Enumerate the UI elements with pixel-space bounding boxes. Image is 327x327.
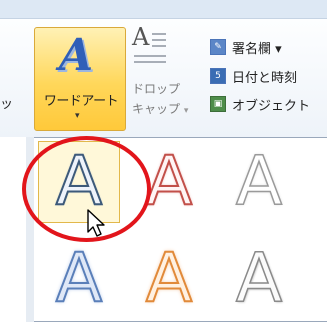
signature-label: 署名欄 ▾ (232, 41, 282, 57)
dropcap-label-line2: キャップ (132, 102, 181, 116)
object-label: オブジェクト (232, 98, 311, 114)
wordart-style-glyph: A (145, 142, 194, 221)
mouse-cursor-icon (87, 209, 105, 237)
partial-label: ッ (0, 97, 14, 112)
wordart-style-6[interactable]: A (218, 238, 300, 320)
object-icon: ▣ (210, 96, 226, 112)
dropcap-label-line1: ドロップ (132, 82, 181, 96)
wordart-style-glyph: A (235, 142, 283, 221)
wordart-style-4[interactable]: A (38, 238, 120, 320)
dropcap-label: ドロップ キャップ ▾ (132, 79, 188, 121)
wordart-A-icon: A (59, 30, 94, 81)
wordart-style-5[interactable]: A (128, 238, 210, 320)
dropcap-icon: A (128, 23, 172, 69)
date-time-icon: 5 (210, 68, 226, 84)
signature-line-button[interactable]: ✎ 署名欄 ▾ (210, 36, 282, 58)
wordart-label: ワードアート (43, 94, 119, 109)
wordart-button[interactable]: A ワードアート ▾ (34, 27, 126, 131)
chevron-down-icon: ▾ (75, 111, 80, 121)
title-bar (0, 0, 327, 19)
wordart-style-glyph: A (145, 239, 194, 318)
wordart-style-glyph: A (235, 239, 283, 318)
date-time-label: 日付と時刻 (232, 70, 298, 86)
date-time-button[interactable]: 5 日付と時刻 (210, 65, 297, 87)
wordart-style-3[interactable]: A (218, 141, 300, 223)
object-button[interactable]: ▣ オブジェクト (210, 93, 310, 115)
bottom-edge (0, 322, 327, 327)
wordart-style-glyph: A (55, 239, 104, 318)
signature-icon: ✎ (210, 39, 226, 55)
chevron-down-icon: ▾ (183, 106, 189, 116)
dropcap-button[interactable]: A ドロップ キャップ ▾ (128, 23, 208, 131)
